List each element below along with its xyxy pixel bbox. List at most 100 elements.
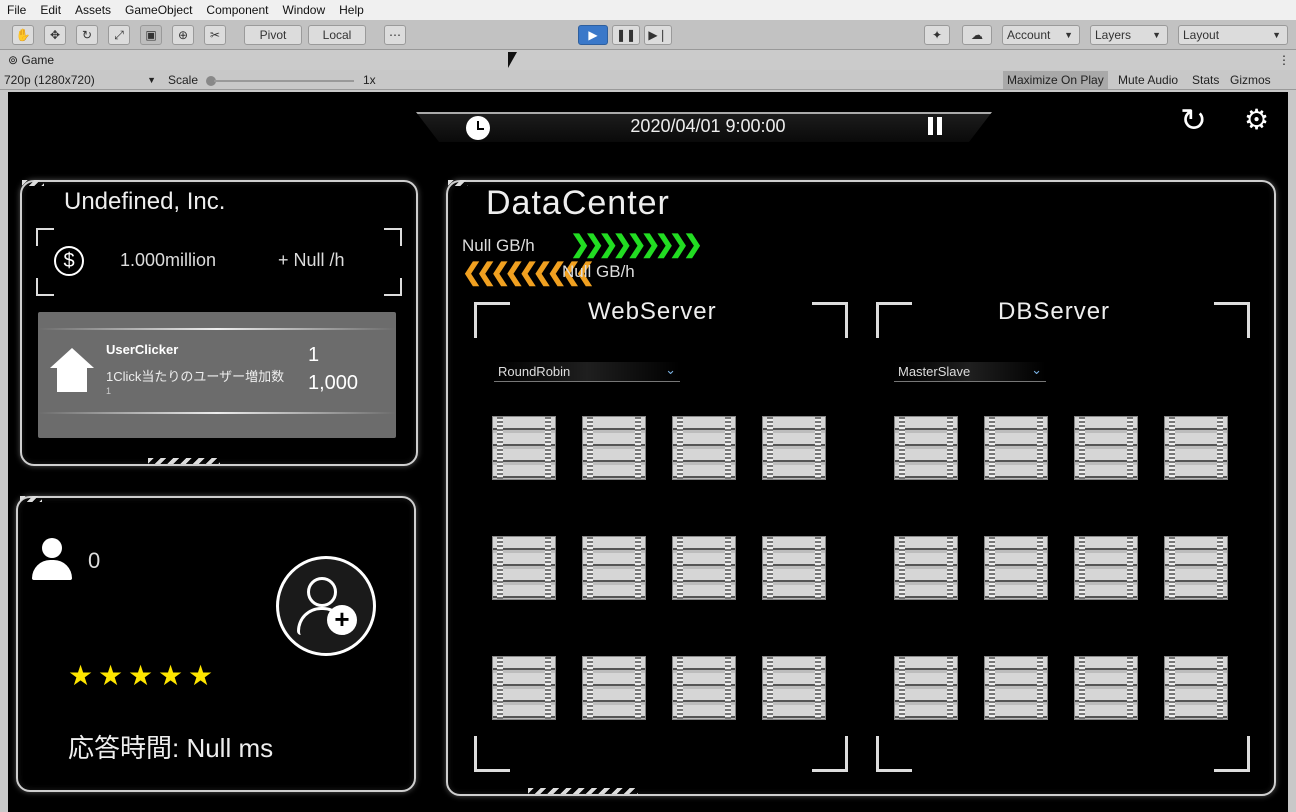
stats-toggle[interactable]: Stats [1188, 71, 1223, 89]
server-rack-icon[interactable] [492, 416, 556, 480]
tab-bar: ⊚ Game ⋮ [0, 50, 1296, 70]
pause-game-button[interactable] [928, 117, 944, 135]
local-label: Local [322, 28, 352, 42]
clock-icon [466, 116, 490, 140]
server-rack-icon[interactable] [1164, 416, 1228, 480]
account-label: Account [1007, 28, 1051, 42]
chevron-down-icon: ⌄ [1031, 362, 1042, 377]
panel-stripe-decoration [22, 180, 44, 186]
game-view: 2020/04/01 9:00:00 ↻ ⚙ Undefined, Inc. $… [8, 92, 1288, 812]
server-rack-icon[interactable] [894, 656, 958, 720]
server-rack-icon[interactable] [762, 416, 826, 480]
step-button[interactable]: ▶❘ [644, 25, 672, 45]
server-rack-icon[interactable] [672, 656, 736, 720]
server-rack-icon[interactable] [492, 536, 556, 600]
clicker-small-value: 1 [106, 386, 112, 396]
clicker-cost: 1,000 [308, 372, 359, 394]
hand-tool-icon[interactable]: ✋ [12, 25, 34, 45]
menu-file[interactable]: File [0, 0, 33, 20]
tab-menu-icon[interactable]: ⋮ [1278, 52, 1290, 68]
add-user-button[interactable]: + [276, 556, 376, 656]
user-icon [32, 538, 72, 582]
gear-icon[interactable]: ⚙ [1244, 106, 1269, 134]
grid-snap-icon[interactable]: ⋯ [384, 25, 406, 45]
server-rack-icon[interactable] [984, 656, 1048, 720]
scale-slider-track[interactable] [214, 80, 354, 82]
corner-bracket-decoration [384, 228, 402, 246]
resolution-dropdown[interactable]: 720p (1280x720) ▼ [4, 72, 158, 88]
server-rack-icon[interactable] [984, 416, 1048, 480]
tab-game[interactable]: ⊚ Game [8, 52, 54, 68]
menu-gameobject[interactable]: GameObject [118, 0, 199, 20]
main-toolbar: ✋ ✥ ↻ ⤢ ▣ ⊕ ✂ Pivot Local ⋯ ▶ ❚❚ ▶❘ ✦ ☁ … [0, 20, 1296, 50]
menu-bar: File Edit Assets GameObject Component Wi… [0, 0, 1296, 20]
server-rack-icon[interactable] [894, 536, 958, 600]
server-rack-icon[interactable] [894, 416, 958, 480]
scale-value: 1x [363, 73, 376, 87]
server-rack-icon[interactable] [492, 656, 556, 720]
clicker-level: 1 [308, 344, 320, 366]
server-rack-icon[interactable] [1074, 416, 1138, 480]
move-tool-icon[interactable]: ✥ [44, 25, 66, 45]
corner-bracket-decoration [36, 228, 54, 246]
game-view-toolbar: 720p (1280x720) ▼ Scale 1x Maximize On Pl… [0, 70, 1296, 90]
money-value: 1.000million [120, 250, 217, 270]
mouse-cursor-icon [508, 52, 517, 68]
server-rack-icon[interactable] [1164, 656, 1228, 720]
gizmos-dropdown[interactable]: Gizmos [1226, 71, 1275, 89]
menu-edit[interactable]: Edit [33, 0, 68, 20]
server-rack-icon[interactable] [672, 416, 736, 480]
menu-component[interactable]: Component [199, 0, 275, 20]
tab-game-label: Game [21, 53, 55, 67]
server-rack-icon[interactable] [672, 536, 736, 600]
maximize-on-play-toggle[interactable]: Maximize On Play [1003, 71, 1108, 89]
transform-tool-icon[interactable]: ⊕ [172, 25, 194, 45]
server-rack-icon[interactable] [1074, 656, 1138, 720]
server-rack-icon[interactable] [582, 536, 646, 600]
scale-label: Scale [168, 73, 199, 87]
dbserver-replication-dropdown[interactable]: MasterSlave ⌄ [894, 362, 1046, 382]
server-rack-icon[interactable] [984, 536, 1048, 600]
scale-tool-icon[interactable]: ⤢ [108, 25, 130, 45]
server-rack-icon[interactable] [1074, 536, 1138, 600]
pivot-toggle[interactable]: Pivot [244, 25, 302, 45]
panel-stripe-decoration [448, 180, 468, 186]
chevron-down-icon: ⌄ [665, 362, 676, 377]
coin-icon: $ [54, 246, 84, 276]
server-rack-icon[interactable] [582, 416, 646, 480]
panel-stripe-decoration [528, 788, 638, 794]
clicker-description: 1Click当たりのユーザー増加数 [106, 369, 285, 384]
custom-tool-icon[interactable]: ✂ [204, 25, 226, 45]
corner-bracket-decoration [876, 736, 912, 772]
menu-window[interactable]: Window [275, 0, 332, 20]
account-dropdown[interactable]: Account ▼ [1002, 25, 1080, 45]
server-rack-icon[interactable] [1164, 536, 1228, 600]
layout-dropdown[interactable]: Layout ▼ [1178, 25, 1288, 45]
menu-assets[interactable]: Assets [68, 0, 118, 20]
cloud-icon[interactable]: ☁ [962, 25, 992, 45]
webserver-balancing-dropdown[interactable]: RoundRobin ⌄ [494, 362, 680, 382]
corner-bracket-decoration [474, 736, 510, 772]
corner-bracket-decoration [876, 302, 912, 338]
restart-icon[interactable]: ↻ [1180, 104, 1207, 136]
mute-audio-toggle[interactable]: Mute Audio [1114, 71, 1182, 89]
inbound-arrows-icon: ❯❯❯❯❯❯❯❯❯ [570, 231, 703, 258]
server-rack-icon[interactable] [582, 656, 646, 720]
server-rack-icon[interactable] [762, 656, 826, 720]
rect-tool-icon[interactable]: ▣ [140, 25, 162, 45]
corner-bracket-decoration [1214, 302, 1250, 338]
chevron-down-icon: ▼ [1152, 30, 1161, 40]
company-name: Undefined, Inc. [64, 188, 226, 215]
play-button[interactable]: ▶ [578, 25, 608, 45]
layers-dropdown[interactable]: Layers ▼ [1090, 25, 1168, 45]
menu-help[interactable]: Help [332, 0, 371, 20]
star-icon: ★ [158, 660, 184, 691]
response-time: 応答時間: Null ms [68, 733, 274, 763]
collab-icon[interactable]: ✦ [924, 25, 950, 45]
rotate-tool-icon[interactable]: ↻ [76, 25, 98, 45]
server-rack-icon[interactable] [762, 536, 826, 600]
pause-button[interactable]: ❚❚ [612, 25, 640, 45]
user-outline-icon [307, 577, 337, 607]
inbound-traffic: Null GB/h [462, 236, 535, 255]
local-toggle[interactable]: Local [308, 25, 366, 45]
